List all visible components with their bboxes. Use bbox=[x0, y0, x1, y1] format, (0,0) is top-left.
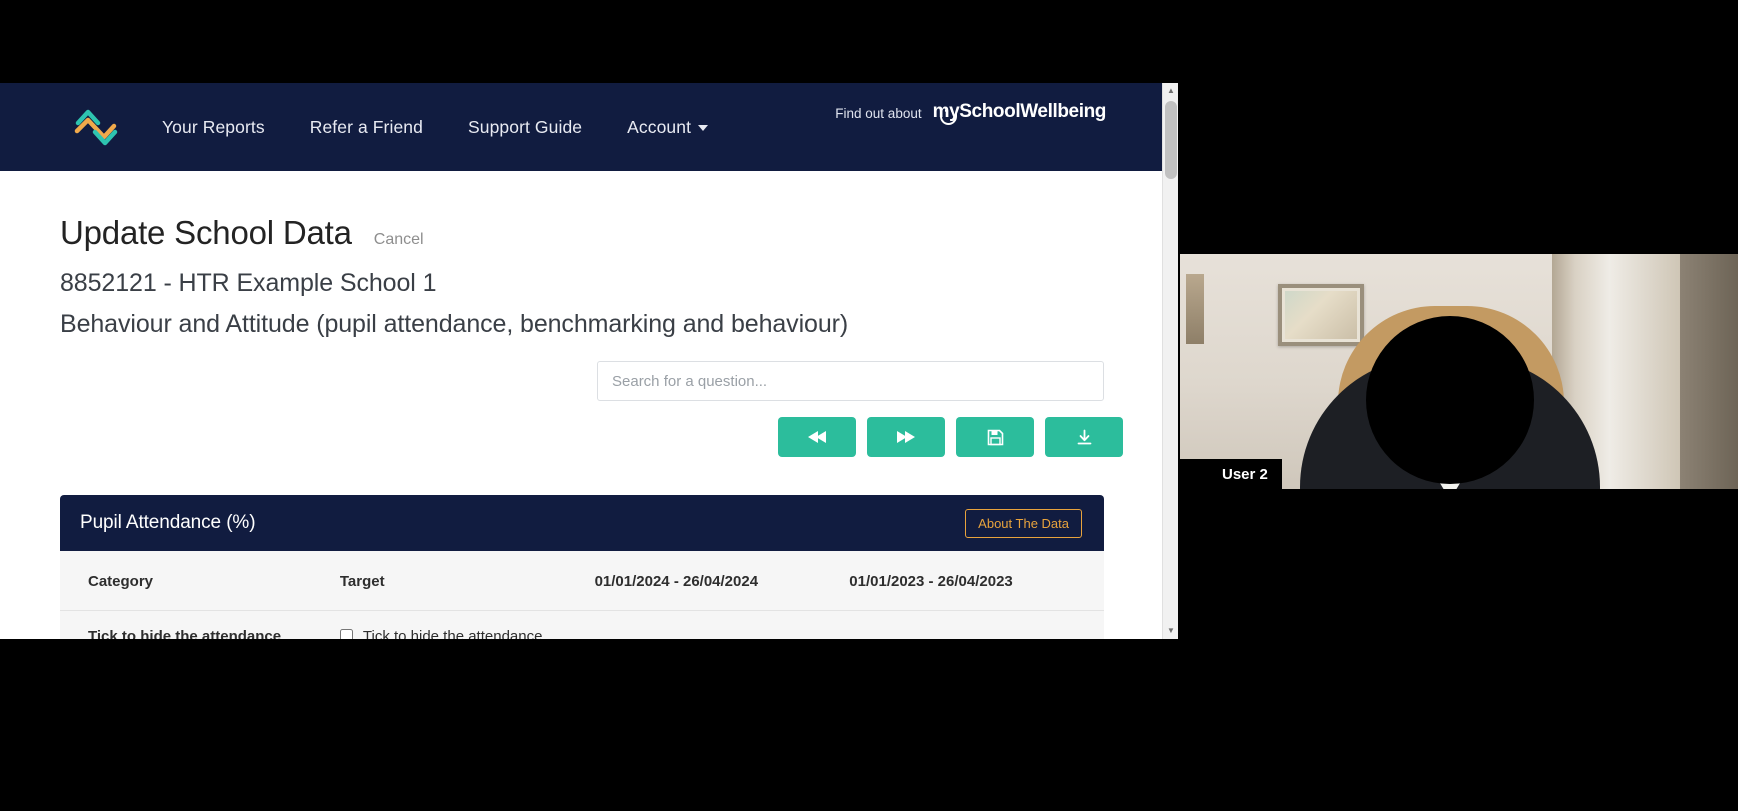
column-header-category: Category bbox=[60, 551, 340, 611]
participant-video-tile[interactable]: User 2 bbox=[1180, 254, 1738, 489]
card-title: Pupil Attendance (%) bbox=[80, 512, 256, 533]
video-wall-picture bbox=[1278, 284, 1364, 346]
table-header-row: Category Target 01/01/2024 - 26/04/2024 … bbox=[60, 551, 1104, 611]
find-out-about-label: Find out about bbox=[835, 106, 922, 121]
video-wall-picture-art bbox=[1285, 291, 1357, 339]
screen-recording-canvas: Your Reports Refer a Friend Support Guid… bbox=[0, 0, 1738, 811]
nav-link-refer-a-friend[interactable]: Refer a Friend bbox=[310, 117, 423, 138]
row-target-cell: Tick to hide the attendance benchmarking… bbox=[339, 611, 595, 639]
nav-link-support-guide[interactable]: Support Guide bbox=[468, 117, 582, 138]
nav-link-your-reports[interactable]: Your Reports bbox=[162, 117, 265, 138]
scroll-down-arrow-icon[interactable]: ▼ bbox=[1163, 623, 1178, 639]
search-input[interactable] bbox=[597, 361, 1104, 401]
rewind-button[interactable] bbox=[778, 417, 856, 457]
pupil-attendance-card: Pupil Attendance (%) About The Data Cate… bbox=[60, 495, 1104, 639]
column-header-period-2024: 01/01/2024 - 26/04/2024 bbox=[594, 551, 850, 611]
column-header-target: Target bbox=[339, 551, 595, 611]
brand-callout: Find out about mySchoolWellbeing bbox=[835, 101, 1107, 125]
action-button-group bbox=[778, 417, 1123, 457]
page-title: Update School Data bbox=[60, 214, 352, 251]
about-the-data-button[interactable]: About The Data bbox=[965, 508, 1082, 538]
participant-face-redaction bbox=[1366, 316, 1534, 484]
floppy-disk-icon bbox=[987, 429, 1004, 446]
page-header: Update School Data Cancel bbox=[0, 171, 1162, 252]
nav-links: Your Reports Refer a Friend Support Guid… bbox=[162, 117, 753, 138]
wordmark-text: mySchoolWellbeing bbox=[932, 101, 1107, 122]
row-label-hide-benchmarking: Tick to hide the attendance benchmarking… bbox=[88, 628, 282, 639]
download-icon bbox=[1076, 429, 1093, 446]
fast-forward-icon bbox=[896, 430, 916, 444]
forward-button[interactable] bbox=[867, 417, 945, 457]
school-identifier: 8852121 - HTR Example School 1 bbox=[60, 269, 437, 297]
smiley-face-icon bbox=[939, 109, 957, 125]
card-header: Pupil Attendance (%) About The Data bbox=[60, 495, 1104, 551]
shared-browser-window: Your Reports Refer a Friend Support Guid… bbox=[0, 83, 1178, 639]
download-button[interactable] bbox=[1045, 417, 1123, 457]
video-side-artwork bbox=[1186, 274, 1204, 344]
card-body: Category Target 01/01/2024 - 26/04/2024 … bbox=[60, 551, 1104, 639]
nav-link-account[interactable]: Account bbox=[627, 117, 708, 138]
page-content: Update School Data Cancel 8852121 - HTR … bbox=[0, 171, 1162, 639]
row-period-2023-cell bbox=[849, 611, 1104, 640]
scrollbar-thumb[interactable] bbox=[1165, 101, 1177, 179]
table-row: Tick to hide the attendance benchmarking… bbox=[60, 611, 1104, 640]
row-period-2024-cell bbox=[595, 611, 850, 640]
section-subtitle: Behaviour and Attitude (pupil attendance… bbox=[60, 310, 849, 338]
hide-benchmarking-checkbox-label: Tick to hide the attendance benchmarking… bbox=[362, 628, 543, 639]
myschoolwellbeing-wordmark[interactable]: mySchoolWellbeing bbox=[932, 101, 1107, 125]
rewind-icon bbox=[807, 430, 827, 444]
zigzag-chevron-logo-icon[interactable] bbox=[68, 99, 124, 155]
save-button[interactable] bbox=[956, 417, 1034, 457]
search-area bbox=[0, 361, 1162, 457]
cancel-link[interactable]: Cancel bbox=[374, 231, 424, 249]
attendance-table: Category Target 01/01/2024 - 26/04/2024 … bbox=[60, 551, 1104, 639]
video-door bbox=[1680, 254, 1738, 489]
vertical-scrollbar[interactable]: ▲ ▼ bbox=[1162, 83, 1178, 639]
hide-benchmarking-checkbox-wrapper[interactable]: Tick to hide the attendance benchmarking… bbox=[339, 627, 595, 639]
participant-name-label: User 2 bbox=[1180, 459, 1282, 489]
scroll-up-arrow-icon[interactable]: ▲ bbox=[1163, 83, 1178, 99]
hide-benchmarking-checkbox[interactable] bbox=[339, 629, 353, 639]
top-navigation-bar: Your Reports Refer a Friend Support Guid… bbox=[0, 83, 1162, 171]
column-header-period-2023: 01/01/2023 - 26/04/2023 bbox=[849, 551, 1104, 611]
